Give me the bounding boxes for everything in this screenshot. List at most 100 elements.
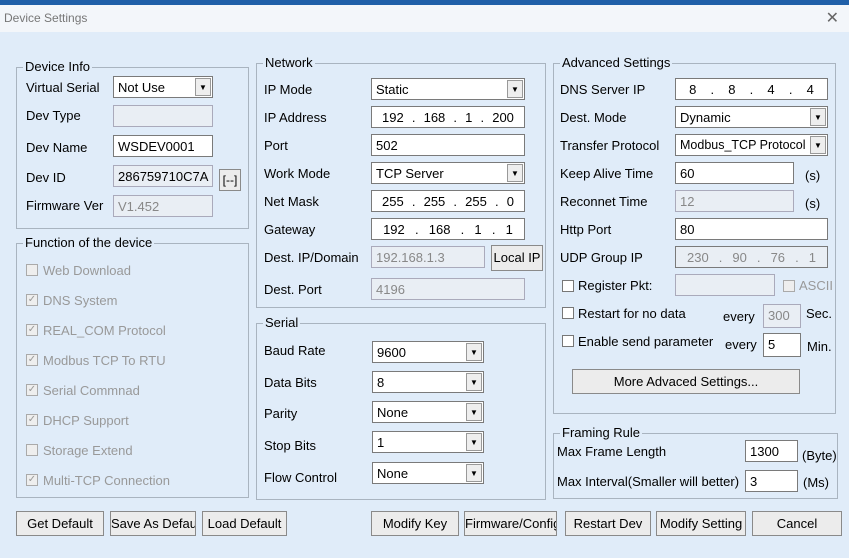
every-label: every	[725, 337, 757, 352]
selected-value: None	[377, 466, 409, 481]
enable-send-parameter-checkbox[interactable]	[562, 335, 574, 347]
octet: 76	[770, 249, 786, 265]
reconnect-unit: (s)	[805, 196, 821, 211]
octet: 255	[382, 193, 404, 209]
dev-name-label: Dev Name	[26, 140, 88, 155]
octet: 230	[687, 249, 709, 265]
chevron-down-icon: ▼	[466, 373, 482, 391]
function-checkbox: ✓	[26, 354, 38, 366]
max-interval-label: Max Interval(Smaller will better)	[557, 474, 740, 489]
local-ip-button[interactable]: Local IP	[491, 245, 543, 271]
gateway-input[interactable]: 192. 168. 1. 1	[371, 218, 525, 240]
keepalive-label: Keep Alive Time	[560, 166, 654, 181]
selected-value: Modbus_TCP Protocol	[680, 138, 806, 152]
ip-mode-select[interactable]: Static ▼	[371, 78, 525, 100]
data-bits-select[interactable]: 8 ▼	[372, 371, 484, 393]
octet: 8	[728, 81, 736, 97]
udp-group-input: 230. 90. 76. 1	[675, 246, 828, 268]
firmware-field: V1.452	[113, 195, 213, 217]
dest-mode-select[interactable]: Dynamic ▼	[675, 106, 828, 128]
dev-id-button[interactable]: [--]	[219, 169, 241, 191]
selected-value: TCP Server	[376, 166, 444, 181]
window-title: Device Settings	[4, 11, 88, 25]
close-icon[interactable]: ✕	[826, 8, 839, 28]
octet: 4	[767, 81, 775, 97]
data-bits-label: Data Bits	[264, 375, 317, 390]
gateway-label: Gateway	[264, 222, 316, 237]
more-advanced-settings-button[interactable]: More Advaced Settings...	[572, 369, 800, 394]
load-default-button[interactable]: Load Default	[202, 511, 287, 536]
firmware-config-button[interactable]: Firmware/Config	[464, 511, 557, 536]
byte-unit: (Byte)	[802, 448, 837, 463]
virtual-serial-label: Virtual Serial	[26, 80, 100, 95]
function-label: Serial Commnad	[43, 383, 140, 398]
group-title: Device Info	[23, 59, 93, 74]
work-mode-select[interactable]: TCP Server ▼	[371, 162, 525, 184]
function-label: REAL_COM Protocol	[43, 323, 166, 338]
ascii-label: ASCII	[799, 278, 833, 293]
baud-rate-select[interactable]: 9600 ▼	[372, 341, 484, 363]
dev-name-field[interactable]: WSDEV0001	[113, 135, 213, 157]
keepalive-field[interactable]: 60	[675, 162, 794, 184]
transfer-protocol-select[interactable]: Modbus_TCP Protocol ▼	[675, 134, 828, 156]
function-label: DNS System	[43, 293, 118, 308]
octet: 192	[383, 221, 405, 237]
cancel-button[interactable]: Cancel	[752, 511, 842, 536]
send-parameter-minutes-field[interactable]: 5	[763, 333, 801, 357]
keepalive-unit: (s)	[805, 168, 821, 183]
selected-value: 8	[377, 375, 385, 390]
chevron-down-icon: ▼	[507, 164, 523, 182]
ip-mode-label: IP Mode	[264, 82, 313, 97]
net-mask-label: Net Mask	[264, 194, 319, 209]
transfer-protocol-label: Transfer Protocol	[560, 138, 660, 153]
parity-label: Parity	[264, 406, 298, 421]
dest-port-field: 4196	[371, 278, 525, 300]
octet: 90	[732, 249, 747, 265]
ip-address-input[interactable]: 192. 168. 1. 200	[371, 106, 525, 128]
port-field[interactable]: 502	[371, 134, 525, 156]
every-label: every	[723, 309, 755, 324]
max-frame-length-field[interactable]: 1300	[745, 440, 798, 462]
virtual-serial-select[interactable]: Not Use ▼	[113, 76, 213, 98]
save-as-default-button[interactable]: Save As Default	[110, 511, 196, 536]
chevron-down-icon: ▼	[810, 136, 826, 154]
modify-setting-button[interactable]: Modify Setting	[656, 511, 746, 536]
sec-unit: Sec.	[806, 306, 833, 321]
max-frame-length-label: Max Frame Length	[557, 444, 667, 459]
modify-key-button[interactable]: Modify Key	[371, 511, 459, 536]
restart-no-data-checkbox[interactable]	[562, 307, 574, 319]
octet: 4	[806, 81, 814, 97]
dns-input[interactable]: 8.8.4.4	[675, 78, 828, 100]
net-mask-input[interactable]: 255. 255. 255. 0	[371, 190, 525, 212]
function-checkbox: ✓	[26, 474, 38, 486]
port-label: Port	[264, 138, 288, 153]
octet: 200	[492, 109, 514, 125]
restart-dev-button[interactable]: Restart Dev	[565, 511, 651, 536]
selected-value: None	[377, 405, 409, 420]
selected-value: Dynamic	[680, 110, 731, 125]
chevron-down-icon: ▼	[466, 403, 482, 421]
http-port-label: Http Port	[560, 222, 612, 237]
selected-value: 9600	[377, 345, 406, 360]
parity-select[interactable]: None ▼	[372, 401, 484, 423]
chevron-down-icon: ▼	[195, 78, 211, 96]
octet: 1	[808, 249, 816, 265]
flow-control-label: Flow Control	[264, 470, 337, 485]
register-pkt-checkbox[interactable]	[562, 280, 574, 292]
dest-ip-label: Dest. IP/Domain	[264, 250, 359, 265]
max-interval-field[interactable]: 3	[745, 470, 798, 492]
work-mode-label: Work Mode	[264, 166, 331, 181]
functions-group: Function of the device	[16, 235, 249, 498]
title-bar: Device Settings ✕	[0, 5, 849, 32]
octet: 1	[465, 109, 473, 125]
http-port-field[interactable]: 80	[675, 218, 828, 240]
stop-bits-select[interactable]: 1 ▼	[372, 431, 484, 453]
function-checkbox	[26, 444, 38, 456]
flow-control-select[interactable]: None ▼	[372, 462, 484, 484]
octet: 168	[423, 109, 446, 125]
dev-type-label: Dev Type	[26, 108, 81, 123]
group-title: Function of the device	[23, 235, 155, 250]
function-checkbox: ✓	[26, 384, 38, 396]
chevron-down-icon: ▼	[466, 343, 482, 361]
get-default-button[interactable]: Get Default	[16, 511, 104, 536]
